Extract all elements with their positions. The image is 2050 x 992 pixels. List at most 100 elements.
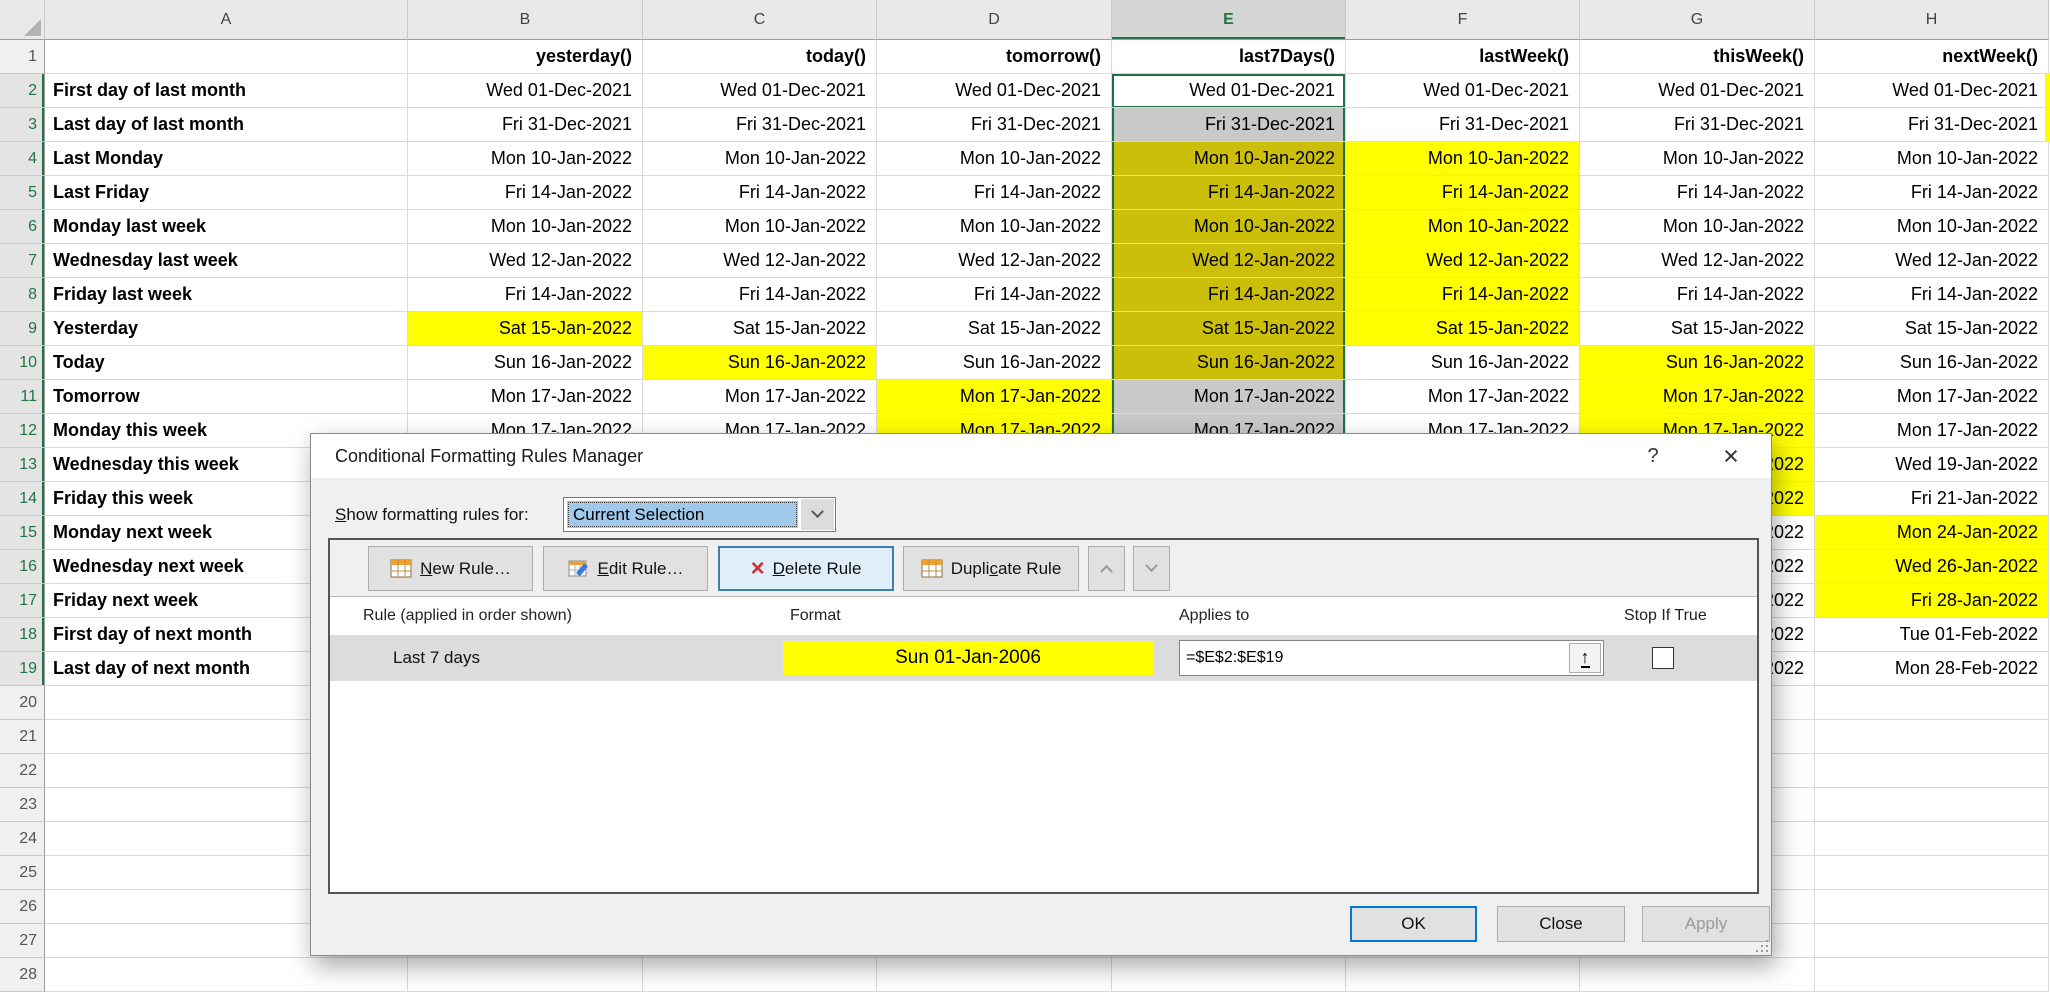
row-header-11[interactable]: 11 (0, 380, 45, 414)
cell-G9[interactable]: Sat 15-Jan-2022 (1580, 312, 1815, 346)
cell-F11[interactable]: Mon 17-Jan-2022 (1346, 380, 1580, 414)
cell-A3[interactable]: Last day of last month (45, 108, 408, 142)
cell-B9[interactable]: Sat 15-Jan-2022 (408, 312, 643, 346)
cell-G28[interactable] (1580, 958, 1815, 992)
cell-G3[interactable]: Fri 31-Dec-2021 (1580, 108, 1815, 142)
cell-E28[interactable] (1112, 958, 1346, 992)
col-header-H[interactable]: H (1815, 0, 2049, 40)
cell-H11[interactable]: Mon 17-Jan-2022 (1815, 380, 2049, 414)
cell-H4[interactable]: Mon 10-Jan-2022 (1815, 142, 2049, 176)
select-all-button[interactable] (0, 0, 45, 40)
cell-D1[interactable]: tomorrow() (877, 40, 1112, 74)
cell-E4[interactable]: Mon 10-Jan-2022 (1112, 142, 1346, 176)
row-header-18[interactable]: 18 (0, 618, 45, 652)
cell-H13[interactable]: Wed 19-Jan-2022 (1815, 448, 2049, 482)
cell-C11[interactable]: Mon 17-Jan-2022 (643, 380, 877, 414)
cell-E7[interactable]: Wed 12-Jan-2022 (1112, 244, 1346, 278)
show-rules-for-dropdown[interactable]: Current Selection (563, 497, 836, 532)
row-header-17[interactable]: 17 (0, 584, 45, 618)
delete-rule-button[interactable]: × Delete Rule (718, 546, 894, 591)
cell-C5[interactable]: Fri 14-Jan-2022 (643, 176, 877, 210)
cell-D28[interactable] (877, 958, 1112, 992)
cell-G10[interactable]: Sun 16-Jan-2022 (1580, 346, 1815, 380)
cell-D6[interactable]: Mon 10-Jan-2022 (877, 210, 1112, 244)
cell-H19[interactable]: Mon 28-Feb-2022 (1815, 652, 2049, 686)
cell-F4[interactable]: Mon 10-Jan-2022 (1346, 142, 1580, 176)
row-header-3[interactable]: 3 (0, 108, 45, 142)
col-header-A[interactable]: A (45, 0, 408, 40)
cell-H25[interactable] (1815, 856, 2049, 890)
cell-B8[interactable]: Fri 14-Jan-2022 (408, 278, 643, 312)
cell-H18[interactable]: Tue 01-Feb-2022 (1815, 618, 2049, 652)
row-header-9[interactable]: 9 (0, 312, 45, 346)
cell-B10[interactable]: Sun 16-Jan-2022 (408, 346, 643, 380)
row-header-21[interactable]: 21 (0, 720, 45, 754)
cell-B11[interactable]: Mon 17-Jan-2022 (408, 380, 643, 414)
duplicate-rule-button[interactable]: Duplicate Rule (903, 546, 1079, 591)
col-header-G[interactable]: G (1580, 0, 1815, 40)
col-header-F[interactable]: F (1346, 0, 1580, 40)
move-rule-down-button[interactable] (1133, 546, 1170, 591)
cell-C28[interactable] (643, 958, 877, 992)
cell-B7[interactable]: Wed 12-Jan-2022 (408, 244, 643, 278)
dialog-titlebar[interactable]: Conditional Formatting Rules Manager ? × (311, 434, 1771, 478)
collapse-range-button[interactable]: ↑ (1569, 643, 1601, 673)
row-header-6[interactable]: 6 (0, 210, 45, 244)
row-header-25[interactable]: 25 (0, 856, 45, 890)
cell-H12[interactable]: Mon 17-Jan-2022 (1815, 414, 2049, 448)
cell-C3[interactable]: Fri 31-Dec-2021 (643, 108, 877, 142)
cell-E9[interactable]: Sat 15-Jan-2022 (1112, 312, 1346, 346)
cell-H17[interactable]: Fri 28-Jan-2022 (1815, 584, 2049, 618)
cell-F7[interactable]: Wed 12-Jan-2022 (1346, 244, 1580, 278)
cell-C8[interactable]: Fri 14-Jan-2022 (643, 278, 877, 312)
cell-E8[interactable]: Fri 14-Jan-2022 (1112, 278, 1346, 312)
row-header-24[interactable]: 24 (0, 822, 45, 856)
apply-button[interactable]: Apply (1642, 906, 1770, 942)
row-header-22[interactable]: 22 (0, 754, 45, 788)
rule-row[interactable]: Last 7 days Sun 01-Jan-2006 =$E$2:$E$19 … (330, 635, 1757, 681)
cell-C6[interactable]: Mon 10-Jan-2022 (643, 210, 877, 244)
cell-H1[interactable]: nextWeek() (1815, 40, 2049, 74)
cell-F3[interactable]: Fri 31-Dec-2021 (1346, 108, 1580, 142)
row-header-5[interactable]: 5 (0, 176, 45, 210)
cell-H23[interactable] (1815, 788, 2049, 822)
applies-to-input[interactable]: =$E$2:$E$19 ↑ (1179, 640, 1604, 676)
cell-C2[interactable]: Wed 01-Dec-2021 (643, 74, 877, 108)
cell-F8[interactable]: Fri 14-Jan-2022 (1346, 278, 1580, 312)
cell-B2[interactable]: Wed 01-Dec-2021 (408, 74, 643, 108)
cell-C1[interactable]: today() (643, 40, 877, 74)
move-rule-up-button[interactable] (1088, 546, 1125, 591)
cell-G1[interactable]: thisWeek() (1580, 40, 1815, 74)
col-header-E[interactable]: E (1112, 0, 1346, 40)
cell-H5[interactable]: Fri 14-Jan-2022 (1815, 176, 2049, 210)
cell-A28[interactable] (45, 958, 408, 992)
cell-H14[interactable]: Fri 21-Jan-2022 (1815, 482, 2049, 516)
cell-E11[interactable]: Mon 17-Jan-2022 (1112, 380, 1346, 414)
cell-C4[interactable]: Mon 10-Jan-2022 (643, 142, 877, 176)
cell-D7[interactable]: Wed 12-Jan-2022 (877, 244, 1112, 278)
cell-F10[interactable]: Sun 16-Jan-2022 (1346, 346, 1580, 380)
cell-D4[interactable]: Mon 10-Jan-2022 (877, 142, 1112, 176)
cell-D10[interactable]: Sun 16-Jan-2022 (877, 346, 1112, 380)
cell-H3[interactable]: Fri 31-Dec-2021 (1815, 108, 2049, 142)
cell-G5[interactable]: Fri 14-Jan-2022 (1580, 176, 1815, 210)
cell-E2[interactable]: Wed 01-Dec-2021 (1112, 74, 1346, 108)
cell-E10[interactable]: Sun 16-Jan-2022 (1112, 346, 1346, 380)
cell-F2[interactable]: Wed 01-Dec-2021 (1346, 74, 1580, 108)
ok-button[interactable]: OK (1350, 906, 1477, 942)
cell-F9[interactable]: Sat 15-Jan-2022 (1346, 312, 1580, 346)
cell-B5[interactable]: Fri 14-Jan-2022 (408, 176, 643, 210)
cell-C10[interactable]: Sun 16-Jan-2022 (643, 346, 877, 380)
cell-G4[interactable]: Mon 10-Jan-2022 (1580, 142, 1815, 176)
cell-D2[interactable]: Wed 01-Dec-2021 (877, 74, 1112, 108)
edit-rule-button[interactable]: Edit Rule… (543, 546, 708, 591)
col-header-D[interactable]: D (877, 0, 1112, 40)
close-icon[interactable]: × (1709, 434, 1753, 478)
cell-H10[interactable]: Sun 16-Jan-2022 (1815, 346, 2049, 380)
cell-H15[interactable]: Mon 24-Jan-2022 (1815, 516, 2049, 550)
cell-H9[interactable]: Sat 15-Jan-2022 (1815, 312, 2049, 346)
row-header-8[interactable]: 8 (0, 278, 45, 312)
row-header-27[interactable]: 27 (0, 924, 45, 958)
cell-H2[interactable]: Wed 01-Dec-2021 (1815, 74, 2049, 108)
cell-A6[interactable]: Monday last week (45, 210, 408, 244)
